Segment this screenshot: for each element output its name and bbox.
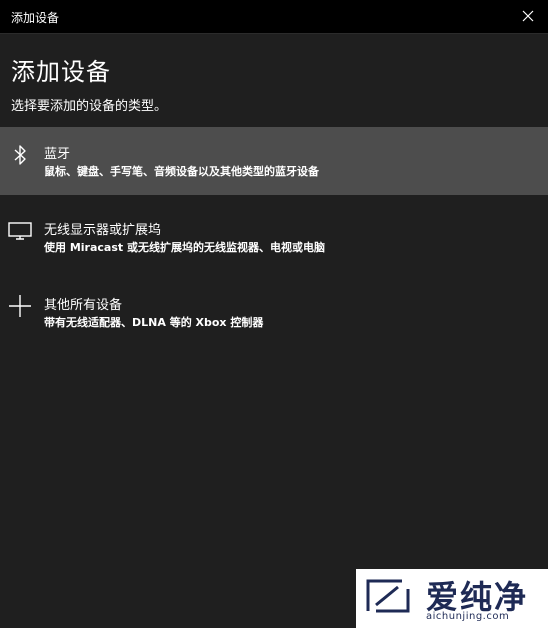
option-label: 无线显示器或扩展坞: [44, 223, 162, 238]
watermark: 爱纯净 aichunjing.com: [356, 569, 548, 628]
option-description: 鼠标、键盘、手写笔、音频设备以及其他类型的蓝牙设备: [44, 165, 319, 178]
dialog-content: 添加设备 选择要添加的设备的类型。 蓝牙 鼠标、键盘、手写笔、音频设备以及其他类…: [0, 34, 548, 628]
option-bluetooth[interactable]: 蓝牙 鼠标、键盘、手写笔、音频设备以及其他类型的蓝牙设备: [0, 127, 548, 195]
option-other-devices[interactable]: 其他所有设备 带有无线适配器、DLNA 等的 Xbox 控制器: [0, 278, 548, 346]
title-bar: 添加设备: [0, 0, 548, 34]
option-description: 带有无线适配器、DLNA 等的 Xbox 控制器: [44, 316, 264, 329]
option-label: 其他所有设备: [44, 298, 123, 313]
window-title: 添加设备: [11, 11, 60, 25]
close-icon: [522, 10, 534, 22]
watermark-logo-icon: [362, 575, 418, 619]
option-label: 蓝牙: [44, 147, 71, 162]
page-subtitle: 选择要添加的设备的类型。: [11, 99, 168, 114]
close-button[interactable]: [518, 6, 538, 26]
bluetooth-icon: [8, 143, 32, 167]
monitor-icon: [8, 219, 32, 243]
option-wireless-display[interactable]: 无线显示器或扩展坞 使用 Miracast 或无线扩展坞的无线监视器、电视或电脑: [0, 203, 548, 271]
option-description: 使用 Miracast 或无线扩展坞的无线监视器、电视或电脑: [44, 241, 325, 254]
watermark-url: aichunjing.com: [426, 611, 510, 622]
plus-icon: [8, 294, 32, 318]
page-title: 添加设备: [11, 58, 111, 86]
